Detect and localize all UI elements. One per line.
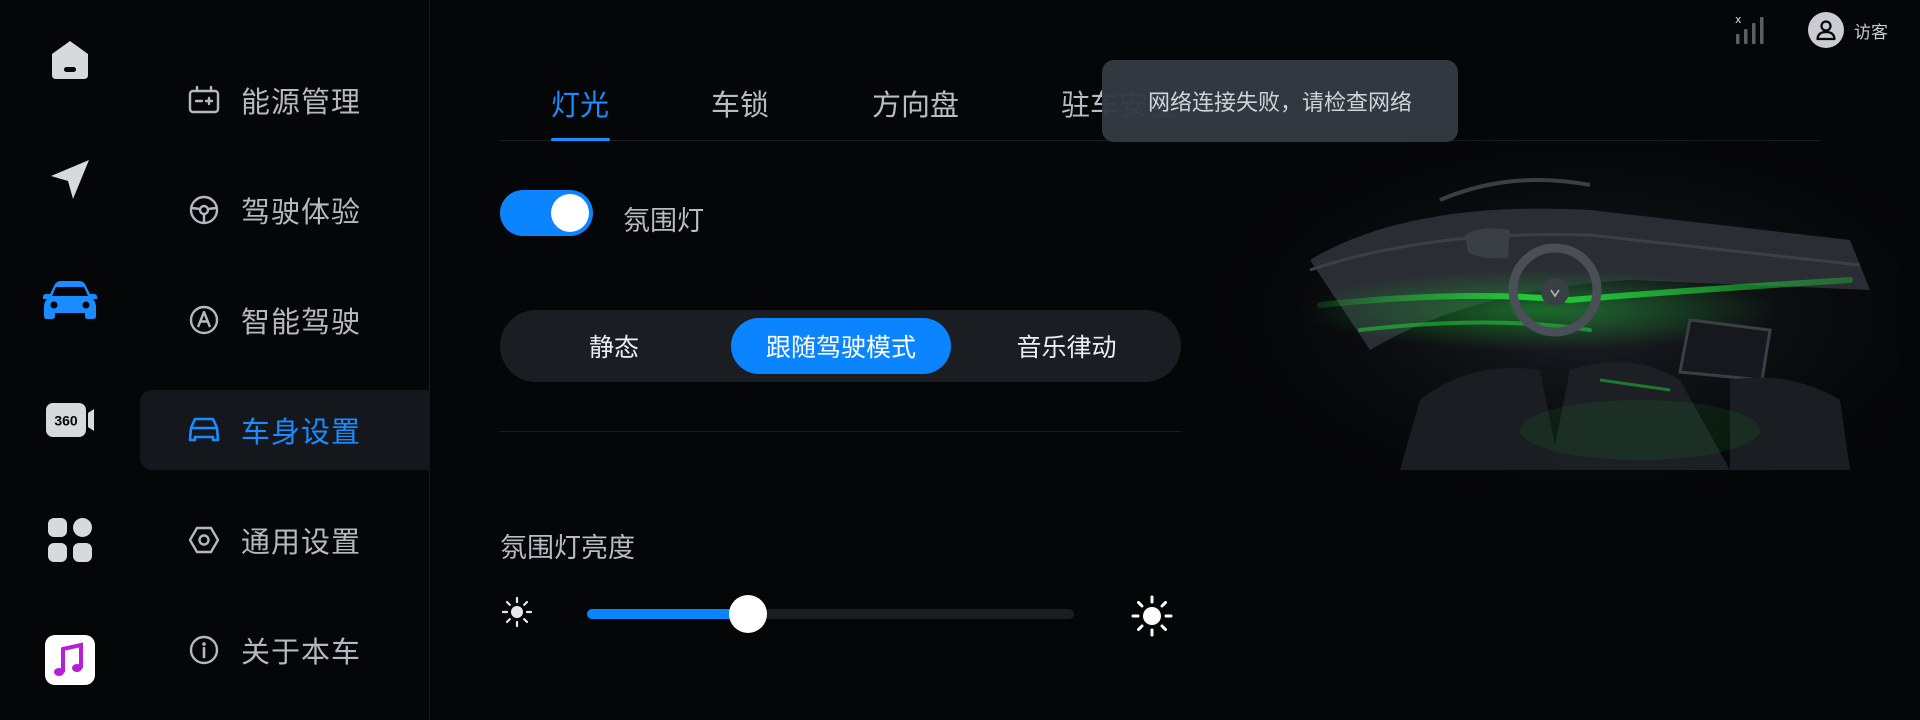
mode-static-button[interactable]: 静态 [508, 318, 720, 374]
mode-music-rhythm-button[interactable]: 音乐律动 [960, 318, 1173, 374]
rail-camera-360-button[interactable]: 360 [40, 390, 100, 450]
brightness-low-icon [500, 595, 534, 629]
steering-wheel-icon [187, 193, 221, 227]
network-signal-indicator: x [1732, 13, 1766, 44]
settings-menu: 能源管理 驾驶体验 智能驾驶 车身设置 通用设置 关于本车 [140, 0, 430, 720]
signal-disconnected-mark: x [1735, 14, 1742, 26]
ambient-brightness-slider[interactable] [587, 595, 1074, 633]
battery-energy-icon [187, 83, 221, 117]
menu-item-label: 关于本车 [241, 635, 362, 669]
signal-bars-icon: x [1735, 13, 1764, 44]
car-interior-ambient-image [1210, 140, 1900, 490]
car-icon [43, 281, 97, 319]
navigation-arrow-icon [51, 160, 89, 199]
brightness-high-icon [1130, 594, 1174, 638]
user-profile-button[interactable]: 访客 [1808, 10, 1888, 50]
rail-music-button[interactable] [40, 630, 100, 690]
ambient-light-toggle[interactable] [500, 190, 593, 236]
menu-item-body-settings[interactable]: 车身设置 [140, 390, 430, 470]
section-divider [500, 431, 1181, 432]
slider-thumb[interactable] [728, 595, 767, 633]
mode-follow-drive-button[interactable]: 跟随驾驶模式 [731, 318, 951, 374]
rail-navigation-button[interactable] [40, 150, 100, 210]
apps-grid-icon [48, 518, 92, 562]
toggle-knob [551, 194, 589, 232]
menu-item-label: 驾驶体验 [241, 195, 362, 229]
menu-item-label: 通用设置 [241, 525, 362, 559]
menu-item-label: 智能驾驶 [241, 305, 362, 339]
rail-vehicle-button[interactable] [40, 270, 100, 330]
tab-locks[interactable]: 车锁 [711, 82, 769, 124]
rail-apps-button[interactable] [40, 510, 100, 570]
ambient-light-toggle-label: 氛围灯 [623, 206, 704, 237]
menu-item-label: 能源管理 [241, 85, 362, 119]
autopilot-icon [187, 303, 221, 337]
menu-item-label: 车身设置 [241, 415, 362, 449]
network-error-toast: 网络连接失败，请检查网络 [1102, 60, 1458, 142]
ambient-mode-selector: 静态 跟随驾驶模式 音乐律动 [500, 310, 1181, 382]
user-avatar-icon [1808, 12, 1844, 48]
active-tab-indicator [551, 138, 610, 141]
user-label: 访客 [1854, 22, 1888, 43]
menu-item-energy[interactable]: 能源管理 [140, 60, 430, 140]
home-icon [52, 41, 88, 79]
menu-item-general-settings[interactable]: 通用设置 [140, 500, 430, 580]
menu-item-about[interactable]: 关于本车 [140, 610, 430, 690]
menu-item-smart-driving[interactable]: 智能驾驶 [140, 280, 430, 360]
camera-360-icon: 360 [46, 403, 94, 437]
car-body-icon [187, 413, 221, 447]
camera-360-label: 360 [54, 413, 78, 429]
music-app-icon [45, 635, 95, 685]
info-icon [187, 633, 221, 667]
tab-lighting[interactable]: 灯光 [551, 82, 609, 124]
slider-fill [587, 609, 748, 619]
rail-home-button[interactable] [40, 30, 100, 90]
app-rail: 360 [0, 0, 140, 720]
ambient-brightness-label: 氛围灯亮度 [500, 533, 635, 564]
hexagon-settings-icon [187, 523, 221, 557]
menu-item-driving-experience[interactable]: 驾驶体验 [140, 170, 430, 250]
tab-steering-wheel[interactable]: 方向盘 [872, 82, 959, 124]
